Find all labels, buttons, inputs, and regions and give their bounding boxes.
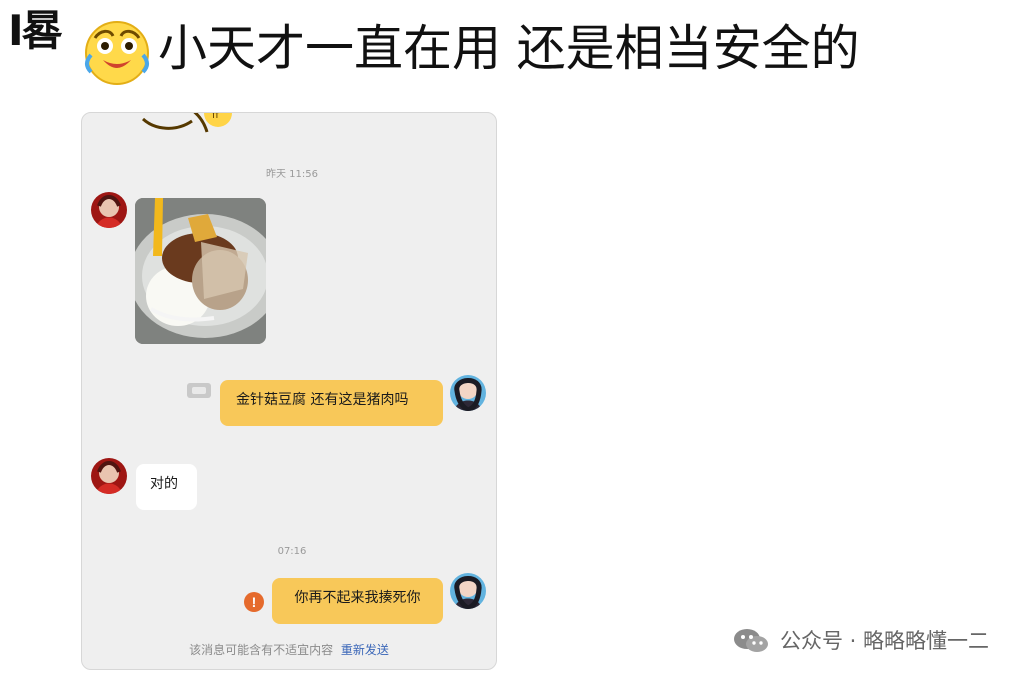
user-avatar[interactable]: [450, 375, 486, 411]
message-timestamp: 昨天 11:56: [266, 169, 318, 180]
sent-message-bubble[interactable]: 你再不起来我揍死你: [272, 578, 443, 624]
user-avatar[interactable]: [450, 573, 486, 609]
food-photo[interactable]: [135, 198, 266, 344]
sent-message-bubble[interactable]: 金针菇豆腐 还有这是猪肉吗: [220, 380, 443, 426]
svg-text:ff: ff: [212, 112, 220, 121]
read-status-icon: [187, 383, 211, 398]
cropped-left-text: I晷: [8, 6, 64, 55]
received-message-bubble[interactable]: 对的: [136, 464, 197, 510]
girl-avatar-icon: [450, 573, 486, 609]
top-caption: I晷 小天才一直在用 还是相当安全的: [0, 0, 1024, 92]
contact-avatar[interactable]: [91, 458, 127, 494]
resend-link[interactable]: 重新发送: [341, 643, 389, 657]
watermark-text: 公众号 · 略略略懂一二: [779, 629, 989, 653]
headline: 小天才一直在用 还是相当安全的: [158, 20, 860, 77]
contact-avatar[interactable]: [91, 192, 127, 228]
chat-screenshot-card: ff 昨天 11:56 金针菇豆腐 还有这是猪肉吗 对的 07:16 ! 你再不…: [81, 112, 497, 670]
wechat-icon: [733, 629, 768, 652]
laughing-emoji-icon: [85, 21, 149, 85]
content-warning-text: 该消息可能含有不适宜内容: [189, 643, 334, 657]
child-avatar-icon: [91, 458, 127, 494]
wechat-watermark: 公众号 · 略略略懂一二: [732, 627, 989, 655]
content-warning: 该消息可能含有不适宜内容 重新发送: [82, 641, 496, 658]
rice-bowl-image: [135, 198, 266, 344]
girl-avatar-icon: [450, 375, 486, 411]
child-avatar-icon: [91, 192, 127, 228]
screenshot-root: I晷 小天才一直在用 还是相当安全的 ff 昨天 11:56 金针菇豆腐 还有这…: [0, 0, 1024, 682]
failed-send-icon[interactable]: !: [244, 592, 264, 612]
cropped-sticker-icon: ff: [141, 112, 232, 133]
message-timestamp: 07:16: [277, 546, 307, 557]
